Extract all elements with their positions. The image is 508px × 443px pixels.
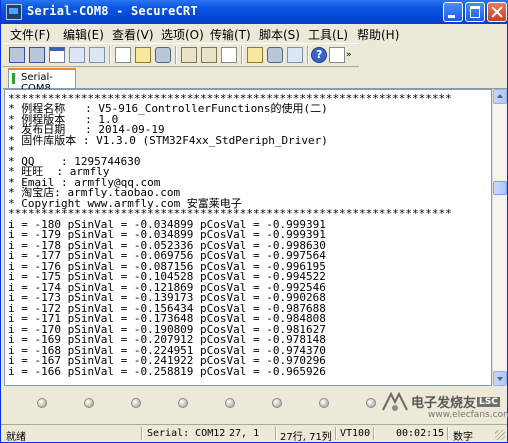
toolbar-separator	[175, 46, 177, 64]
help-icon[interactable]	[311, 47, 327, 63]
sftp-icon[interactable]	[287, 47, 303, 63]
menu-view[interactable]: 查看(V)	[112, 26, 154, 43]
menu-help[interactable]: 帮助(H)	[357, 26, 399, 43]
terminal-output[interactable]: ****************************************…	[4, 89, 492, 386]
minimize-button[interactable]	[443, 2, 463, 22]
window-title: Serial-COM8 - SecureCRT	[27, 4, 198, 18]
menu-edit[interactable]: 编辑(E)	[63, 26, 104, 43]
status-size: 27行, 71列	[280, 432, 332, 443]
resize-grip-icon[interactable]	[495, 430, 505, 440]
button-bar-button[interactable]	[84, 398, 94, 408]
title-bar[interactable]: Serial-COM8 - SecureCRT	[1, 0, 508, 24]
securecrt-app-icon[interactable]	[6, 4, 22, 20]
button-bar-button[interactable]	[319, 398, 329, 408]
connected-status-icon	[12, 73, 15, 84]
menu-options[interactable]: 选项(O)	[161, 26, 204, 43]
scroll-down-arrow-icon[interactable]	[493, 371, 507, 386]
vertical-scrollbar[interactable]	[492, 89, 507, 386]
button-bar-button[interactable]	[178, 398, 188, 408]
menu-file[interactable]: 文件(F)	[10, 26, 50, 43]
button-bar-button[interactable]	[366, 398, 376, 408]
status-divider	[335, 427, 337, 440]
close-button[interactable]	[487, 2, 507, 22]
status-divider	[141, 427, 143, 440]
keymap-icon[interactable]	[267, 47, 283, 63]
button-bar: 电子发烧友 www.elecfans.com LSC	[3, 388, 508, 424]
connect-icon[interactable]	[9, 47, 25, 63]
watermark-text: 电子发烧友	[411, 396, 477, 411]
menu-transfer[interactable]: 传输(T)	[210, 26, 251, 43]
maximize-button[interactable]	[465, 2, 485, 22]
menu-script[interactable]: 脚本(S)	[259, 26, 300, 43]
terminal-line: * 固件库版本 : V1.3.0 (STM32F4xx_StdPeriph_Dr…	[8, 134, 328, 147]
elecfans-logo-icon	[382, 391, 408, 411]
status-ready: 就绪	[6, 432, 26, 443]
button-bar-button[interactable]	[37, 398, 47, 408]
connect-in-tab-icon[interactable]	[49, 47, 65, 63]
securecrt-window: Serial-COM8 - SecureCRT 文件(F) 编辑(E) 查看(V…	[0, 0, 508, 443]
session-options-icon[interactable]	[247, 47, 263, 63]
menu-bar: 文件(F) 编辑(E) 查看(V) 选项(O) 传输(T) 脚本(S) 工具(L…	[1, 24, 507, 43]
disconnect-icon[interactable]	[89, 47, 105, 63]
print-screen-icon[interactable]	[201, 47, 217, 63]
status-port: Serial: COM12	[147, 428, 226, 439]
reconnect-icon[interactable]	[69, 47, 85, 63]
copy-icon[interactable]	[115, 47, 131, 63]
log-icon[interactable]	[329, 47, 345, 63]
status-divider	[373, 427, 375, 440]
status-time: 00:02:15	[396, 428, 445, 439]
button-bar-button[interactable]	[225, 398, 235, 408]
status-divider	[447, 427, 449, 440]
terminal-line: i = -166 pSinVal = -0.258819 pCosVal = -…	[8, 365, 326, 378]
toolbar-separator	[241, 46, 243, 64]
toolbar-separator	[109, 46, 111, 64]
status-row-col: 27, 1	[229, 428, 260, 439]
status-divider	[275, 427, 277, 440]
tab-serial-com8[interactable]: Serial-COM8	[8, 68, 76, 94]
scroll-up-arrow-icon[interactable]	[493, 89, 507, 104]
button-bar-button[interactable]	[131, 398, 141, 408]
find-icon[interactable]	[155, 47, 171, 63]
paste-icon[interactable]	[135, 47, 151, 63]
print-setup-icon[interactable]	[221, 47, 237, 63]
status-emulation: VT100	[340, 428, 371, 439]
toolbar-overflow-chevron[interactable]: »	[346, 50, 352, 60]
quick-connect-icon[interactable]	[29, 47, 45, 63]
status-bar: 就绪 Serial: COM12 27, 1 27行, 71列 VT100 00…	[1, 424, 507, 443]
session-tab-bar: Serial-COM8	[3, 66, 507, 94]
scrollbar-thumb[interactable]	[493, 181, 507, 195]
menu-tools[interactable]: 工具(L)	[308, 26, 348, 43]
print-icon[interactable]	[181, 47, 197, 63]
toolbar-separator	[307, 46, 309, 64]
toolbar: »	[3, 43, 359, 67]
watermark-url: www.elecfans.com	[428, 410, 508, 420]
button-bar-button[interactable]	[272, 398, 282, 408]
status-mode: 数字	[453, 432, 473, 443]
watermark-badge: LSC	[477, 397, 500, 407]
